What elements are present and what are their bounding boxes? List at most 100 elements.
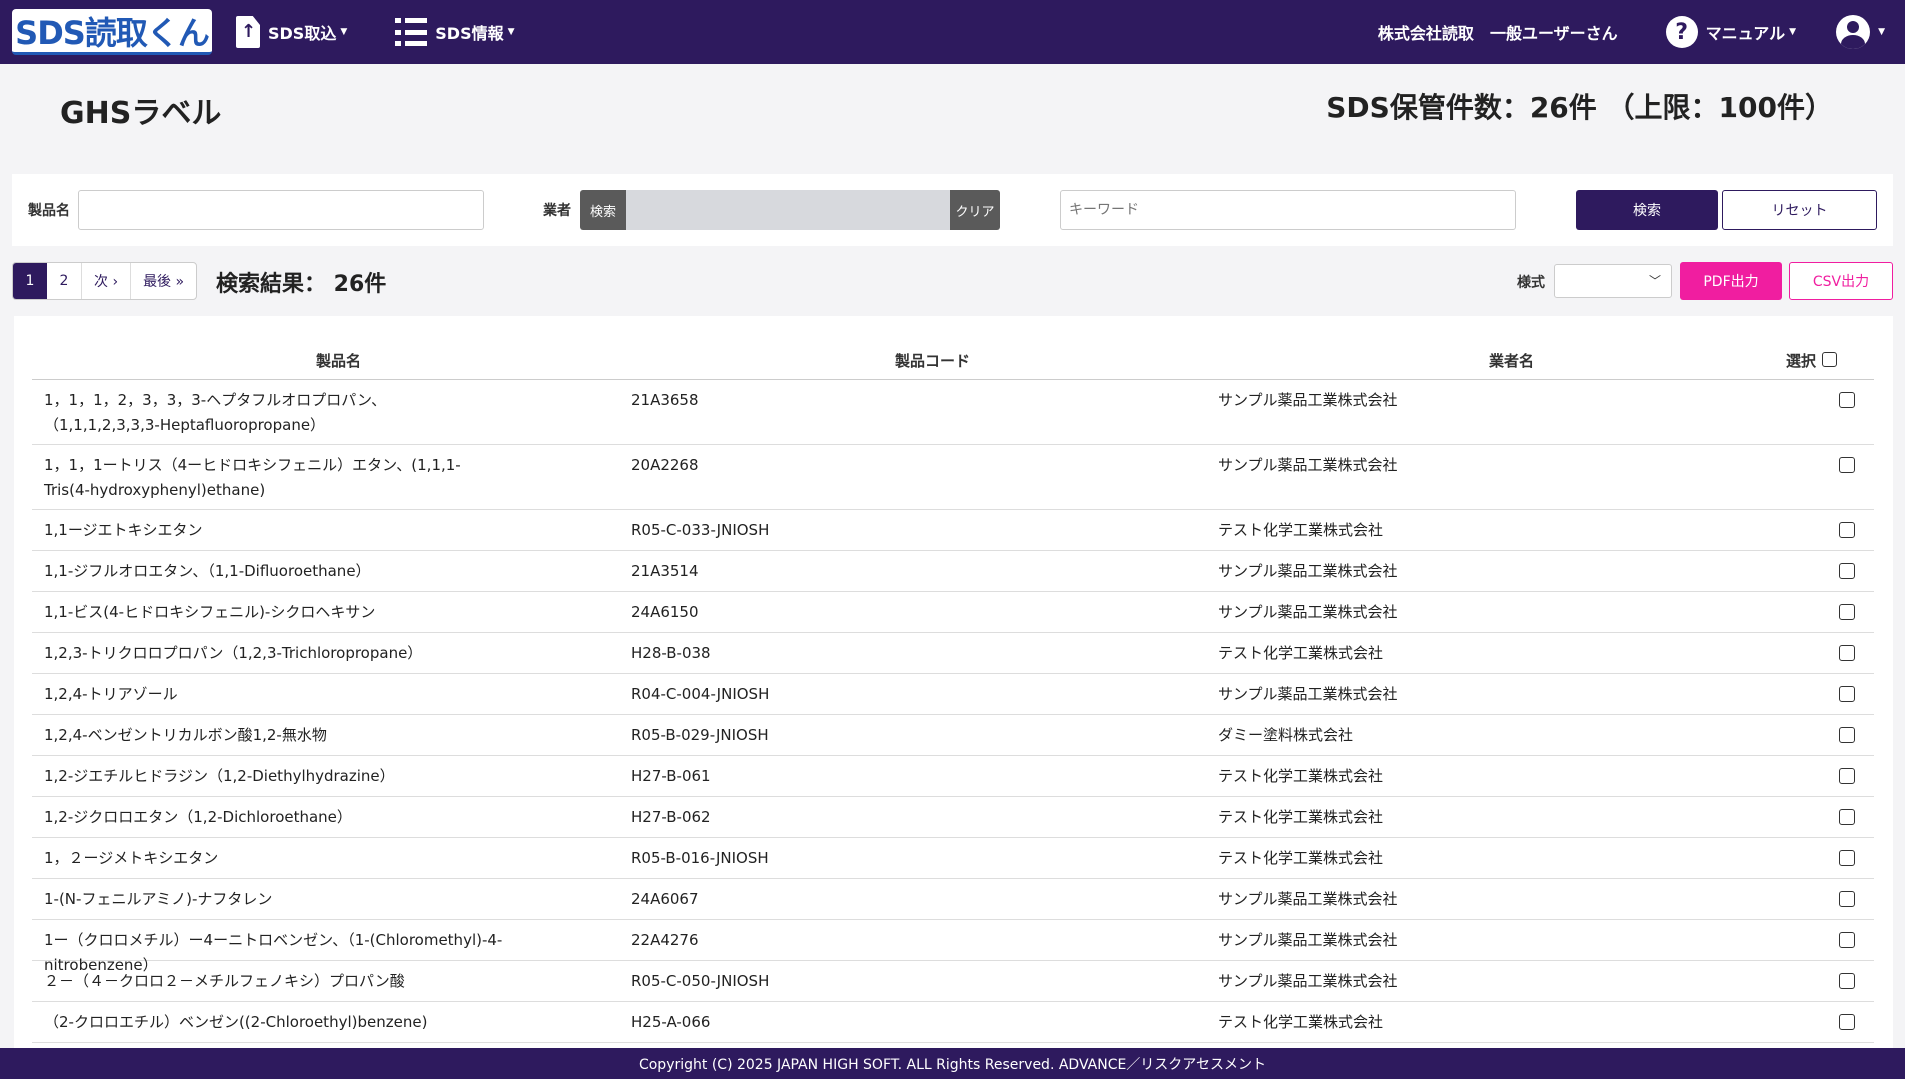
- table-row[interactable]: 1-(N-フェニルアミノ)-ナフタレン 24A6067 サンプル薬品工業株式会社: [32, 879, 1874, 920]
- table-row[interactable]: 1,1-ビス(4-ヒドロキシフェニル)-シクロヘキサン 24A6150 サンプル薬品…: [32, 592, 1874, 633]
- col-header-select: 選択: [1786, 352, 1817, 370]
- product-code-cell: 21A3658: [631, 391, 699, 409]
- copyright-text: Copyright (C) 2025 JAPAN HIGH SOFT. ALL …: [638, 1056, 1267, 1073]
- row-select-checkbox[interactable]: [1839, 932, 1855, 948]
- vendor-field[interactable]: [626, 190, 950, 230]
- select-all-checkbox[interactable]: [1822, 352, 1837, 367]
- vendor-name-cell: サンプル薬品工業株式会社: [1218, 685, 1398, 703]
- product-name-cell: 1,2,4-ベンゼントリカルボン酸1,2-無水物: [44, 726, 327, 744]
- product-name-input[interactable]: [78, 190, 484, 230]
- page-next[interactable]: 次 ›: [81, 263, 130, 299]
- vendor-clear-button[interactable]: クリア: [950, 190, 1000, 230]
- product-code-cell: H25-A-066: [631, 1013, 711, 1031]
- search-panel: 製品名 業者 検索 クリア 検索 リセット: [12, 174, 1893, 246]
- caret-down-icon[interactable]: ▼: [1878, 27, 1885, 37]
- table-row[interactable]: 1,2-ジエチルヒドラジン（1,2-Diethylhydrazine） H27-B…: [32, 756, 1874, 797]
- product-name-cell: 1,1-ビス(4-ヒドロキシフェニル)-シクロヘキサン: [44, 603, 376, 621]
- row-select-checkbox[interactable]: [1839, 1014, 1855, 1030]
- product-name-cell: 1,2-ジエチルヒドラジン（1,2-Diethylhydrazine）: [44, 767, 395, 785]
- product-name-cell: 1-(N-フェニルアミノ)-ナフタレン: [44, 890, 273, 908]
- product-name-cell: 1，1，1，2，3，3，3-ヘプタフルオロプロパン、（1,1,1,2,3,3,3…: [44, 391, 387, 434]
- row-select-checkbox[interactable]: [1839, 850, 1855, 866]
- row-select-checkbox[interactable]: [1839, 522, 1855, 538]
- format-label: 様式: [1517, 275, 1545, 291]
- table-row[interactable]: 1,2,3-トリクロロプロパン（1,2,3-Trichloropropane） H…: [32, 633, 1874, 674]
- vendor-name-cell: サンプル薬品工業株式会社: [1218, 603, 1398, 621]
- row-select-checkbox[interactable]: [1839, 457, 1855, 473]
- search-button[interactable]: 検索: [1576, 190, 1718, 230]
- product-code-cell: 24A6150: [631, 603, 699, 621]
- user-avatar-icon[interactable]: [1836, 15, 1871, 49]
- page-last[interactable]: 最後 »: [130, 263, 196, 299]
- product-code-cell: 22A4276: [631, 931, 699, 949]
- page-link-2[interactable]: 2: [47, 263, 81, 299]
- vendor-name-cell: テスト化学工業株式会社: [1218, 767, 1384, 785]
- table-row[interactable]: 1,1ージエトキシエタン R05-C-033-JNIOSH テスト化学工業株式会社: [32, 510, 1874, 551]
- vendor-name-cell: テスト化学工業株式会社: [1218, 849, 1384, 867]
- page-link-1[interactable]: 1: [13, 263, 47, 299]
- row-select-checkbox[interactable]: [1839, 563, 1855, 579]
- app-logo[interactable]: SDS読取くん: [12, 9, 212, 55]
- list-icon: [395, 18, 428, 46]
- caret-down-icon: ▼: [507, 27, 515, 37]
- format-select[interactable]: ﹀: [1554, 264, 1672, 298]
- table-row[interactable]: 1,1-ジフルオロエタン、（1,1-Difluoroethane） 21A3514…: [32, 551, 1874, 592]
- nav-sds-import-label: SDS取込: [268, 24, 337, 43]
- reset-button[interactable]: リセット: [1722, 190, 1877, 230]
- row-select-checkbox[interactable]: [1839, 604, 1855, 620]
- chevron-down-icon: ﹀: [1648, 274, 1661, 288]
- caret-down-icon: ▼: [340, 27, 348, 37]
- table-row[interactable]: ２－（４－クロロ２－メチルフェノキシ）プロパン酸 R05-C-050-JNIOSH…: [32, 961, 1874, 1002]
- keyword-input[interactable]: [1060, 190, 1516, 230]
- product-name-cell: 1，1，1ートリス（4ーヒドロキシフェニル）エタン、(1,1,1-Tris(4-…: [44, 456, 461, 499]
- table-row[interactable]: 1ー（クロロメチル）ー4ーニトロベンゼン、（1-(Chloromethyl)-4…: [32, 920, 1874, 974]
- row-select-checkbox[interactable]: [1839, 392, 1855, 408]
- table-row[interactable]: 1，２ージメトキシエタン R05-B-016-JNIOSH テスト化学工業株式会社: [32, 838, 1874, 879]
- row-select-checkbox[interactable]: [1839, 973, 1855, 989]
- pdf-export-button[interactable]: PDF出力: [1680, 262, 1782, 300]
- table-row[interactable]: （2-クロロエチル）ベンゼン((2-Chloroethyl)benzene) H2…: [32, 1002, 1874, 1043]
- nav-sds-info[interactable]: SDS情報 ▼: [395, 18, 515, 46]
- product-code-cell: R05-C-050-JNIOSH: [631, 972, 770, 990]
- row-select-checkbox[interactable]: [1839, 891, 1855, 907]
- table-row[interactable]: 1，1，1，2，3，3，3-ヘプタフルオロプロパン、（1,1,1,2,3,3,3…: [32, 380, 1874, 445]
- table-row[interactable]: 1,2-ジクロロエタン（1,2-Dichloroethane） H27-B-062…: [32, 797, 1874, 838]
- nav-manual[interactable]: ? マニュアル ▼: [1665, 16, 1797, 48]
- col-header-name: 製品名: [316, 352, 362, 370]
- vendor-search-button[interactable]: 検索: [580, 190, 626, 230]
- vendor-name-cell: ダミー塗料株式会社: [1218, 726, 1354, 744]
- product-name-cell: 1,2-ジクロロエタン（1,2-Dichloroethane）: [44, 808, 352, 826]
- row-select-checkbox[interactable]: [1839, 727, 1855, 743]
- product-name-cell: 1，２ージメトキシエタン: [44, 849, 219, 867]
- nav-manual-label: マニュアル: [1705, 24, 1786, 43]
- csv-export-button[interactable]: CSV出力: [1789, 262, 1893, 300]
- product-code-cell: H27-B-061: [631, 767, 711, 785]
- product-code-cell: R05-B-029-JNIOSH: [631, 726, 769, 744]
- product-name-cell: 1,1ージエトキシエタン: [44, 521, 203, 539]
- row-select-checkbox[interactable]: [1839, 645, 1855, 661]
- caret-down-icon: ▼: [1789, 27, 1797, 37]
- vendor-label: 業者: [543, 203, 571, 219]
- product-name-label: 製品名: [28, 203, 70, 219]
- row-select-checkbox[interactable]: [1839, 686, 1855, 702]
- col-header-vendor: 業者名: [1489, 352, 1535, 370]
- storage-count: SDS保管件数：26件 （上限：100件）: [1326, 91, 1833, 124]
- page-title: GHSラベル: [60, 96, 222, 131]
- help-icon: ?: [1665, 16, 1698, 48]
- row-select-checkbox[interactable]: [1839, 809, 1855, 825]
- vendor-name-cell: テスト化学工業株式会社: [1218, 521, 1384, 539]
- vendor-name-cell: サンプル薬品工業株式会社: [1218, 972, 1398, 990]
- vendor-name-cell: テスト化学工業株式会社: [1218, 1013, 1384, 1031]
- vendor-name-cell: テスト化学工業株式会社: [1218, 644, 1384, 662]
- file-upload-icon: [236, 16, 260, 48]
- table-row[interactable]: 1，1，1ートリス（4ーヒドロキシフェニル）エタン、(1,1,1-Tris(4-…: [32, 445, 1874, 510]
- table-row[interactable]: 1,2,4-トリアゾール R04-C-004-JNIOSH サンプル薬品工業株式会社: [32, 674, 1874, 715]
- product-name-cell: （2-クロロエチル）ベンゼン((2-Chloroethyl)benzene): [44, 1013, 428, 1031]
- table-header: 製品名 製品コード 業者名 選択: [32, 316, 1874, 380]
- pagination: 1 2 次 › 最後 »: [12, 262, 198, 300]
- user-name: 一般ユーザーさん: [1489, 24, 1618, 43]
- row-select-checkbox[interactable]: [1839, 768, 1855, 784]
- vendor-name-cell: サンプル薬品工業株式会社: [1218, 562, 1398, 580]
- nav-sds-import[interactable]: SDS取込 ▼: [236, 16, 347, 48]
- table-row[interactable]: 1,2,4-ベンゼントリカルボン酸1,2-無水物 R05-B-029-JNIOSH…: [32, 715, 1874, 756]
